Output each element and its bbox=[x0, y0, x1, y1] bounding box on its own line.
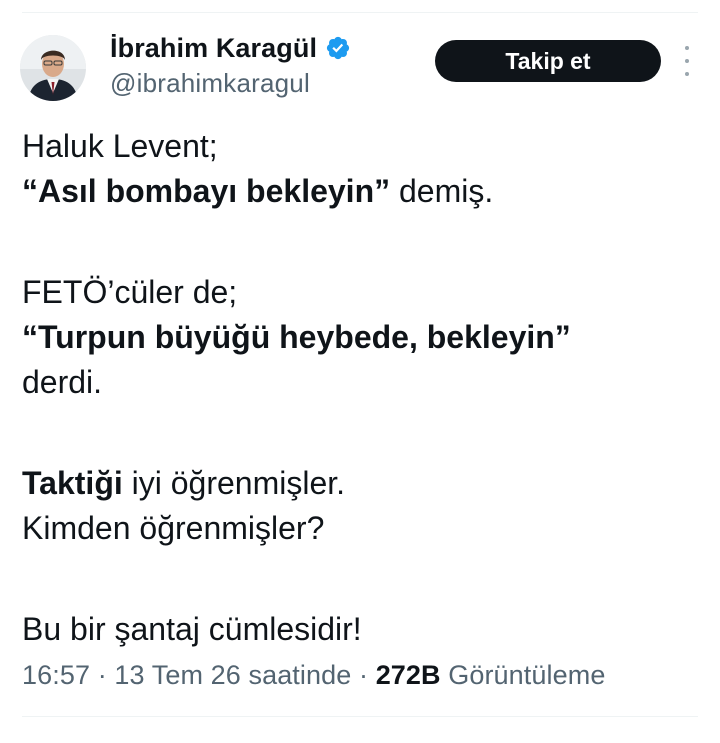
tweet-line: Taktiği iyi öğrenmişler. bbox=[22, 465, 346, 501]
tweet-line: FETÖ’cüler de; bbox=[22, 274, 238, 310]
name-row: İbrahim Karagül bbox=[110, 30, 351, 66]
follow-button[interactable]: Takip et bbox=[435, 40, 661, 82]
bold-quote: “Asıl bombayı bekleyin” bbox=[22, 173, 391, 209]
tweet-date[interactable]: 13 Tem 26 saatinde bbox=[114, 660, 351, 690]
tweet-line: “Asıl bombayı bekleyin” demiş. bbox=[22, 173, 494, 209]
views-count[interactable]: 272B bbox=[376, 660, 441, 690]
verified-badge-icon[interactable] bbox=[325, 35, 351, 61]
bottom-divider bbox=[22, 716, 698, 717]
bold-quote: “Turpun büyüğü heybede, bekleyin” bbox=[22, 319, 571, 355]
meta-separator: · bbox=[97, 660, 107, 690]
tweet-line: Kimden öğrenmişler? bbox=[22, 510, 325, 546]
tweet-line: Haluk Levent; bbox=[22, 128, 218, 164]
tweet-time[interactable]: 16:57 bbox=[22, 660, 90, 690]
user-handle[interactable]: @ibrahimkaragul bbox=[110, 68, 351, 99]
tweet-text: Haluk Levent; “Asıl bombayı bekleyin” de… bbox=[22, 124, 702, 652]
author-info: İbrahim Karagül @ibrahimkaragul bbox=[110, 30, 351, 99]
views-label: Görüntüleme bbox=[448, 660, 606, 690]
display-name[interactable]: İbrahim Karagül bbox=[110, 33, 317, 64]
tweet-meta: 16:57 · 13 Tem 26 saatinde · 272B Görünt… bbox=[22, 660, 605, 691]
tweet-line: Bu bir şantaj cümlesidir! bbox=[22, 611, 362, 647]
meta-separator: · bbox=[358, 660, 369, 690]
avatar[interactable] bbox=[20, 35, 86, 101]
tweet-line: “Turpun büyüğü heybede, bekleyin” bbox=[22, 315, 702, 360]
top-divider bbox=[22, 12, 698, 13]
tweet-line: derdi. bbox=[22, 364, 103, 400]
bold-word: Taktiği bbox=[22, 465, 123, 501]
more-options-icon[interactable] bbox=[678, 46, 696, 76]
